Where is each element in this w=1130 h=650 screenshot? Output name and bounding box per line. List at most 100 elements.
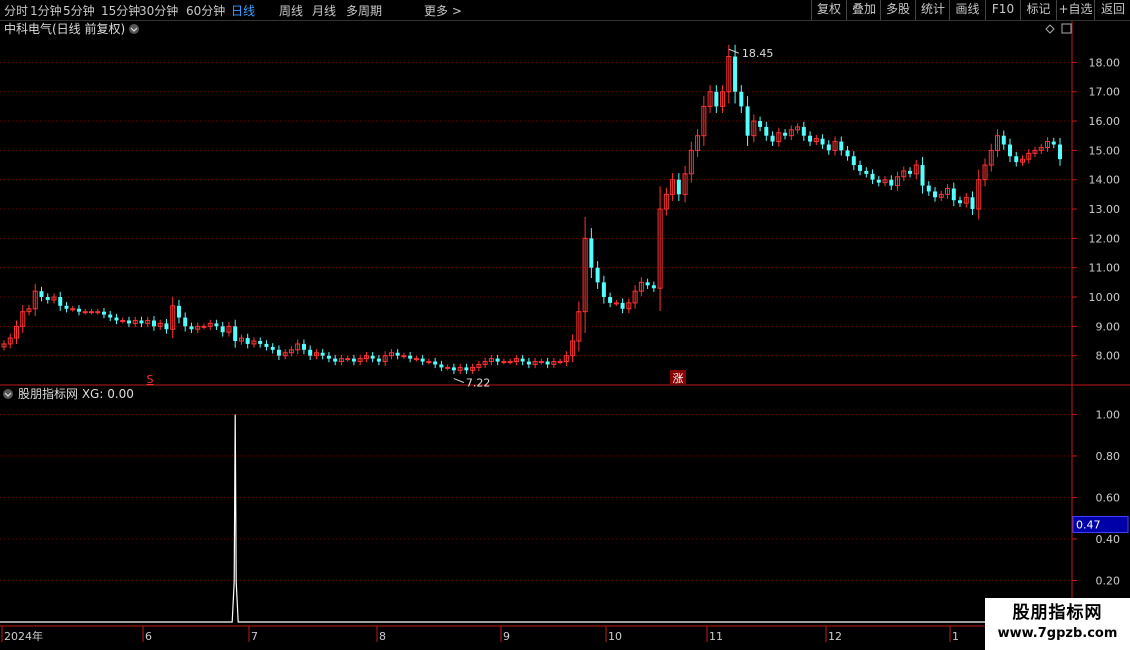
current-value-label: 0.47 [1076,518,1101,531]
candle-body-down [114,317,119,321]
candle-body-down [495,358,500,362]
candle-body-down [1008,144,1013,157]
ind-ytick-label: 0.20 [1096,574,1121,587]
period-tab-2[interactable]: 5分钟 [63,2,95,19]
ind-ytick-label: 0.40 [1096,533,1121,546]
candle-body-down [520,358,525,362]
main-ytick-label: 15.00 [1089,144,1121,157]
toolbar-button-2[interactable]: 多股 [880,0,915,20]
candle-body-down [139,320,144,324]
candle-body-down [433,361,438,365]
toolbar-button-6[interactable]: 标记 [1020,0,1056,20]
diamond-icon [1045,24,1055,34]
candle-body-down [826,144,831,151]
toolbar-button-4[interactable]: 画线 [949,0,985,20]
candle-body-down [164,323,169,330]
candle-body-down [1001,135,1006,145]
period-tab-3[interactable]: 15分钟 [101,2,140,19]
chart-area: 8.009.0010.0011.0012.0013.0014.0015.0016… [0,21,1130,650]
candle-body-down [320,352,325,356]
candle-body-up [82,311,88,314]
candle-body-down [764,126,769,136]
candle-body-up [401,355,407,358]
toolbar-button-8[interactable]: 返回 [1094,0,1130,20]
candle-body-down [858,165,863,171]
candle-body-down [926,185,931,192]
main-ytick-label: 10.00 [1089,291,1121,304]
candle-body-down [933,191,938,198]
candle-body-down [889,179,894,186]
candle-body-down [376,358,381,362]
toolbar-button-7[interactable]: +自选 [1056,0,1094,20]
candle-body-down [76,308,81,312]
x-tick-label: 11 [709,630,723,643]
watermark: 股朋指标网 www.7gpzb.com [985,598,1130,650]
candle-body-up [345,358,351,361]
main-ytick-label: 8.00 [1096,350,1121,363]
period-tab-4[interactable]: 30分钟 [139,2,178,19]
candle-body-down [870,173,875,180]
candle-body-down [408,355,413,359]
period-tab-0[interactable]: 分时 [4,2,28,19]
candle-body-down [1014,156,1019,163]
main-ytick-label: 17.00 [1089,86,1121,99]
candle-body-down [958,200,963,204]
candle-body-down [651,285,656,289]
signal-marker-s: S [147,373,154,386]
period-tab-6[interactable]: 日线 [231,2,255,19]
candle-body-up [120,319,126,322]
candle-body-down [233,326,238,342]
candle-body-down [645,282,650,286]
toolbar-button-1[interactable]: 叠加 [846,0,881,20]
candle-body-down [420,358,425,362]
indicator-dropdown-icon [3,389,13,399]
main-ytick-label: 16.00 [1089,115,1121,128]
candle-body-down [258,341,263,344]
candle-body-down [770,135,775,142]
low-pointer [453,378,465,384]
x-tick-label: 1 [952,630,959,643]
period-tab-7[interactable]: 周线 [279,2,303,19]
candle-body-down [351,358,356,362]
candle-body-down [545,361,550,365]
candle-body-down [395,352,400,356]
candle-body-down [820,138,825,145]
x-tick-label: 9 [503,630,510,643]
candle-body-down [801,126,806,136]
candle-body-down [601,282,606,298]
period-tab-10[interactable]: 更多 > [424,2,462,19]
candle-body-down [439,364,444,368]
candle-body-down [839,141,844,151]
watermark-url: www.7gpzb.com [997,626,1118,641]
period-tab-9[interactable]: 多周期 [346,2,382,19]
candle-body-down [758,121,763,127]
candle-body-down [608,297,613,303]
candle-body-up [201,325,207,328]
candle-body-down [126,320,131,324]
high-pointer [728,48,740,54]
toolbar-button-5[interactable]: F10 [985,0,1020,20]
candle-body-down [264,343,269,347]
candle-body-up [507,361,513,364]
panel-max-icon [1061,23,1072,34]
x-tick-label: 2024年 [4,629,43,643]
main-ytick-label: 11.00 [1089,262,1121,275]
xg-line [0,414,1072,623]
candle-body-up [501,361,507,364]
candle-body-down [176,305,181,318]
candle-body-down [333,358,338,362]
period-tab-8[interactable]: 月线 [312,2,336,19]
period-tab-5[interactable]: 60分钟 [186,2,225,19]
indicator-title: 股朋指标网 XG: 0.00 [18,386,134,401]
title-dropdown-icon [129,24,139,34]
toolbar-button-3[interactable]: 统计 [915,0,950,20]
ind-ytick-label: 0.60 [1096,491,1121,504]
candle-body-down [595,267,600,283]
x-tick-label: 10 [608,630,622,643]
toolbar-button-0[interactable]: 复权 [811,0,846,20]
candle-body-down [108,314,113,318]
period-tab-1[interactable]: 1分钟 [30,2,62,19]
candle-body-up [557,361,563,364]
candle-body-down [245,338,250,344]
candle-body-down [808,135,813,142]
